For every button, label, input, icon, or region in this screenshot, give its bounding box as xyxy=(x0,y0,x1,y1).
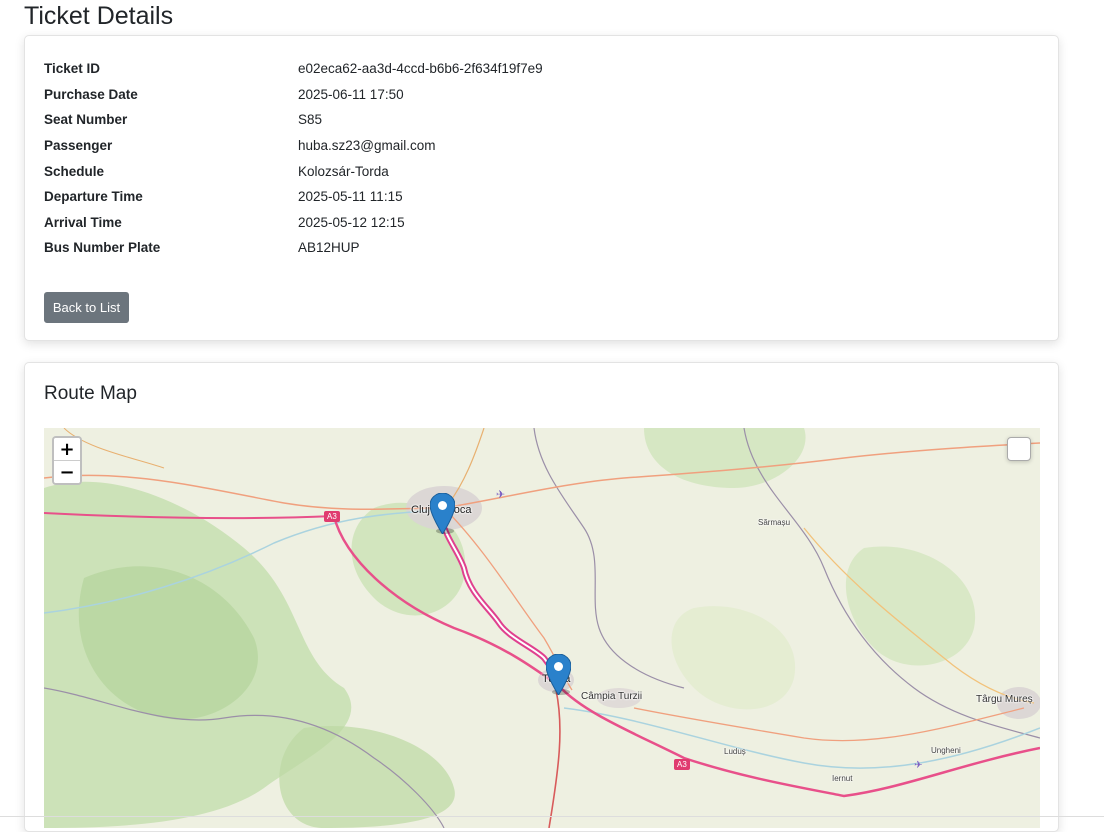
svg-text:✈: ✈ xyxy=(496,488,505,501)
layers-button[interactable] xyxy=(1007,437,1031,461)
map-label-ludus: Luduș xyxy=(724,747,746,756)
map-label-targu-mures: Târgu Mureș xyxy=(976,694,1033,705)
detail-label: Seat Number xyxy=(44,112,128,128)
map-label-iernut: Iernut xyxy=(832,774,853,783)
detail-value: 2025-05-12 12:15 xyxy=(298,214,405,230)
detail-row-departure-time: Departure Time 2025-05-11 11:15 xyxy=(44,184,1024,210)
detail-row-seat-number: Seat Number S85 xyxy=(44,107,1024,133)
detail-label: Schedule xyxy=(44,163,105,179)
page-title: Ticket Details xyxy=(24,2,174,30)
detail-row-bus-number-plate: Bus Number Plate AB12HUP xyxy=(44,235,1024,261)
map-label-ungheni: Ungheni xyxy=(931,746,961,755)
detail-label: Passenger xyxy=(44,138,113,154)
detail-row-schedule: Schedule Kolozsár-Torda xyxy=(44,158,1024,184)
map-title: Route Map xyxy=(44,383,137,404)
zoom-out-button[interactable]: − xyxy=(54,460,80,483)
detail-label: Bus Number Plate xyxy=(44,240,161,256)
map-label-campia-turzii: Câmpia Turzii xyxy=(581,691,643,702)
road-shield-a3-west: A3 xyxy=(324,511,340,522)
map-tiles: ✈ ✈ xyxy=(44,428,1040,828)
detail-row-purchase-date: Purchase Date 2025-06-11 17:50 xyxy=(44,82,1024,108)
route-map[interactable]: ✈ ✈ Cluj-Napoca Turda Câmpia Turzii Târg… xyxy=(44,428,1040,828)
marker-icon-departure[interactable] xyxy=(430,493,455,534)
route-map-card: Route Map ✈ ✈ Câmpia Turzii Târgu Mureș … xyxy=(24,362,1059,832)
marker-icon-arrival[interactable] xyxy=(546,654,571,695)
detail-value: S85 xyxy=(298,112,323,128)
road-shield-a3-east: A3 xyxy=(674,759,690,770)
detail-label: Departure Time xyxy=(44,189,143,205)
detail-label: Ticket ID xyxy=(44,61,101,77)
detail-value: e02eca62-aa3d-4ccd-b6b6-2f634f19f7e9 xyxy=(298,61,543,77)
detail-value: AB12HUP xyxy=(298,240,360,256)
back-to-list-button[interactable]: Back to List xyxy=(44,292,129,323)
details-list: Ticket ID e02eca62-aa3d-4ccd-b6b6-2f634f… xyxy=(44,56,1024,261)
zoom-control: + − xyxy=(52,436,82,485)
detail-row-arrival-time: Arrival Time 2025-05-12 12:15 xyxy=(44,210,1024,236)
map-label-sarmasu: Sărmașu xyxy=(758,518,791,527)
detail-value: Kolozsár-Torda xyxy=(298,163,389,179)
page-divider xyxy=(0,816,1104,817)
detail-label: Purchase Date xyxy=(44,86,138,102)
detail-row-ticket-id: Ticket ID e02eca62-aa3d-4ccd-b6b6-2f634f… xyxy=(44,56,1024,82)
zoom-in-button[interactable]: + xyxy=(54,438,80,460)
detail-label: Arrival Time xyxy=(44,214,122,230)
svg-text:✈: ✈ xyxy=(914,760,922,771)
detail-value: huba.sz23@gmail.com xyxy=(298,138,436,154)
detail-value: 2025-05-11 11:15 xyxy=(298,189,403,205)
detail-row-passenger: Passenger huba.sz23@gmail.com xyxy=(44,133,1024,159)
ticket-details-card: Ticket ID e02eca62-aa3d-4ccd-b6b6-2f634f… xyxy=(24,35,1059,341)
detail-value: 2025-06-11 17:50 xyxy=(298,86,404,102)
